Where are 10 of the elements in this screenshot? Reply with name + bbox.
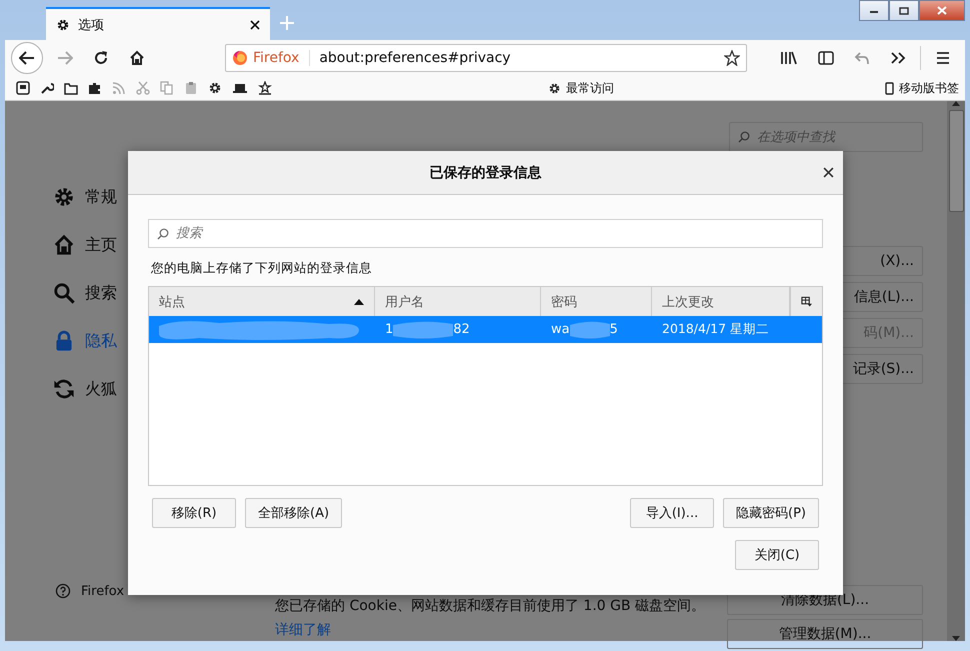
url-text: about:preferences#privacy (318, 50, 511, 66)
table-cell: 82 (453, 322, 470, 337)
caption-text: 您的电脑上存储了下列网站的登录信息 (151, 260, 373, 277)
identity-label: Firefox (253, 50, 310, 66)
storage-note: 您已存储的 Cookie、网站数据和缓存目前使用了 1.0 GB 磁盘空间。 (275, 597, 706, 615)
table-cell: wa (551, 322, 570, 337)
table-cell: 2018/4/17 星期二 (662, 321, 770, 338)
table-cell: 5 (610, 322, 618, 337)
table-cell: 1 (385, 322, 394, 337)
dialog-title: 已保存的登录信息 (430, 164, 542, 182)
